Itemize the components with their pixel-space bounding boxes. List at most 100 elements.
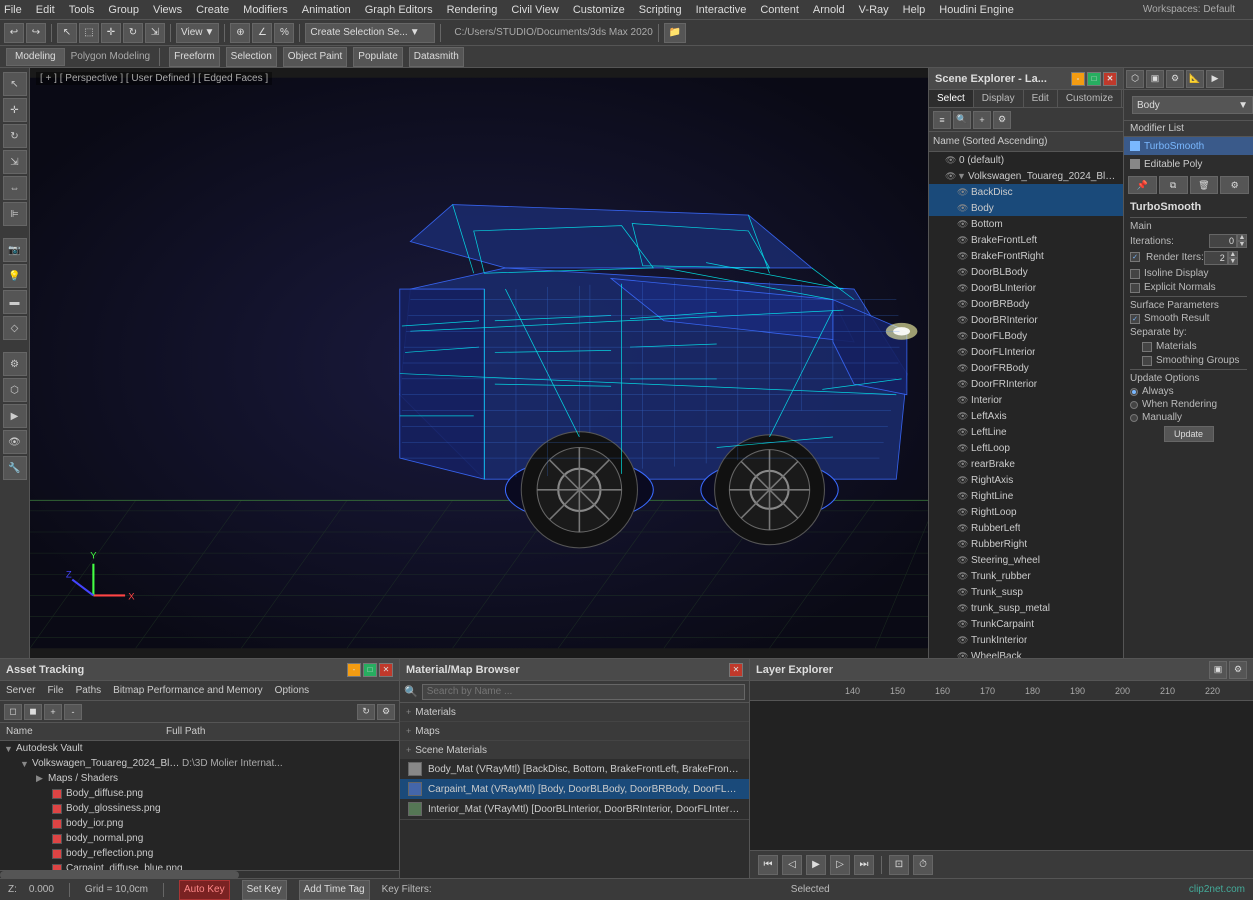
eye-icon[interactable]: 👁 xyxy=(957,507,971,518)
eye-icon[interactable]: 👁 xyxy=(957,251,971,262)
mod-pin-btn[interactable]: 📌 xyxy=(1128,176,1157,194)
scene-item-doorfrinterior[interactable]: 👁 DoorFRInterior xyxy=(929,376,1123,392)
menu-item-scripting[interactable]: Scripting xyxy=(639,4,682,16)
material-search-input[interactable] xyxy=(422,684,745,700)
menu-item-tools[interactable]: Tools xyxy=(69,4,95,16)
utilities-tool[interactable]: 🔧 xyxy=(3,456,27,480)
eye-icon[interactable]: 👁 xyxy=(957,491,971,502)
scene-item-backdisc[interactable]: 👁 BackDisc xyxy=(929,184,1123,200)
manual-radio[interactable]: Manually xyxy=(1130,412,1247,423)
scene-item-rightaxis[interactable]: 👁 RightAxis xyxy=(929,472,1123,488)
menu-item-animation[interactable]: Animation xyxy=(302,4,351,16)
eye-icon[interactable]: 👁 xyxy=(957,411,971,422)
asset-menu-paths[interactable]: Paths xyxy=(76,685,102,696)
menu-item-civil-view[interactable]: Civil View xyxy=(511,4,558,16)
next-frame-btn[interactable]: ▷ xyxy=(830,855,850,875)
scene-item-doorblbody[interactable]: 👁 DoorBLBody xyxy=(929,264,1123,280)
menu-item-file[interactable]: File xyxy=(4,4,22,16)
mod-icon2[interactable]: ▣ xyxy=(1146,70,1164,88)
mod-config-btn[interactable]: ⚙ xyxy=(1220,176,1249,194)
menu-item-rendering[interactable]: Rendering xyxy=(447,4,498,16)
mod-icon1[interactable]: ⬡ xyxy=(1126,70,1144,88)
asset-expand-btn[interactable]: + xyxy=(44,704,62,720)
autokey-btn[interactable]: Auto Key xyxy=(179,880,230,900)
asset-row-maps[interactable]: ▶ Maps / Shaders xyxy=(0,771,399,786)
scene-filter-btn[interactable]: ≡ xyxy=(933,111,951,129)
eye-icon[interactable]: 👁 xyxy=(957,427,971,438)
rotate-btn[interactable]: ↻ xyxy=(123,23,143,43)
modeling-tab[interactable]: Modeling xyxy=(6,48,65,66)
menu-item-create[interactable]: Create xyxy=(196,4,229,16)
mod-icon3[interactable]: ⚙ xyxy=(1166,70,1184,88)
scene-item-rubberright[interactable]: 👁 RubberRight xyxy=(929,536,1123,552)
iterations-down[interactable]: ▼ xyxy=(1237,241,1247,248)
scene-item-leftline[interactable]: 👁 LeftLine xyxy=(929,424,1123,440)
scene-item-rightline[interactable]: 👁 RightLine xyxy=(929,488,1123,504)
modifier-item-turbosmooth[interactable]: TurboSmooth xyxy=(1124,137,1253,155)
scene-item-trunk-susp-metal[interactable]: 👁 trunk_susp_metal xyxy=(929,600,1123,616)
eye-icon[interactable]: 👁 xyxy=(957,651,971,659)
eye-icon[interactable]: 👁 xyxy=(957,571,971,582)
setkey-btn[interactable]: Set Key xyxy=(242,880,287,900)
undo-btn[interactable]: ↩ xyxy=(4,23,24,43)
scene-item-brakefrontleft[interactable]: 👁 BrakeFrontLeft xyxy=(929,232,1123,248)
menu-item-houdini[interactable]: Houdini Engine xyxy=(939,4,1014,16)
tab-display[interactable]: Display xyxy=(974,90,1024,107)
asset-minimize-btn[interactable]: - xyxy=(347,663,361,677)
asset-row-vault[interactable]: ▼ Autodesk Vault xyxy=(0,741,399,756)
asset-menu-server[interactable]: Server xyxy=(6,685,35,696)
asset-scrollbar[interactable] xyxy=(0,870,399,878)
eye-icon[interactable]: 👁 xyxy=(957,603,971,614)
eye-icon[interactable]: 👁 xyxy=(945,171,957,182)
select-region-btn[interactable]: ⬚ xyxy=(79,23,99,43)
select-btn[interactable]: ↖ xyxy=(57,23,77,43)
scene-item-interior[interactable]: 👁 Interior xyxy=(929,392,1123,408)
asset-menu-options[interactable]: Options xyxy=(275,685,309,696)
open-scene-btn[interactable]: 📁 xyxy=(664,23,686,43)
scene-item-leftloop[interactable]: 👁 LeftLoop xyxy=(929,440,1123,456)
angle-snap-btn[interactable]: ∠ xyxy=(252,23,272,43)
modifier-item-editablepoly[interactable]: Editable Poly xyxy=(1124,155,1253,173)
update-btn[interactable]: Update xyxy=(1164,426,1214,442)
renderiter-down[interactable]: ▼ xyxy=(1228,258,1238,265)
mod-delete-btn[interactable]: 🗑 xyxy=(1190,176,1219,194)
material-close-btn[interactable]: ✕ xyxy=(729,663,743,677)
shape-tool[interactable]: ◇ xyxy=(3,316,27,340)
eye-icon[interactable]: 👁 xyxy=(957,315,971,326)
menu-item-interactive[interactable]: Interactive xyxy=(696,4,747,16)
scene-item-trunk-susp[interactable]: 👁 Trunk_susp xyxy=(929,584,1123,600)
align-tool[interactable]: ⊫ xyxy=(3,202,27,226)
scene-close-btn[interactable]: ✕ xyxy=(1103,72,1117,86)
renderiter-up[interactable]: ▲ xyxy=(1228,251,1238,258)
menu-item-arnold[interactable]: Arnold xyxy=(813,4,845,16)
asset-row-body-diffuse[interactable]: Body_diffuse.png xyxy=(0,786,399,801)
move-tool[interactable]: ✛ xyxy=(3,98,27,122)
eye-icon[interactable]: 👁 xyxy=(957,523,971,534)
selection-tab[interactable]: Selection xyxy=(226,47,277,67)
menu-item-graph-editors[interactable]: Graph Editors xyxy=(365,4,433,16)
scene-search-btn[interactable]: 🔍 xyxy=(953,111,971,129)
materials-section-header[interactable]: + Materials xyxy=(400,703,749,721)
isoline-row[interactable]: Isoline Display xyxy=(1130,268,1247,279)
explicit-checkbox[interactable] xyxy=(1130,283,1140,293)
scene-item-trunk-rubber[interactable]: 👁 Trunk_rubber xyxy=(929,568,1123,584)
scene-list[interactable]: 👁 0 (default) 👁 ▼ Volkswagen_Touareg_202… xyxy=(929,152,1123,658)
scene-add-btn[interactable]: + xyxy=(973,111,991,129)
scene-item-doorflinterior[interactable]: 👁 DoorFLInterior xyxy=(929,344,1123,360)
snap-btn[interactable]: ⊕ xyxy=(230,23,250,43)
asset-refresh-btn[interactable]: ↻ xyxy=(357,704,375,720)
move-btn[interactable]: ✛ xyxy=(101,23,121,43)
selection-set-dropdown[interactable]: Create Selection Se...▼ xyxy=(305,23,435,43)
redo-btn[interactable]: ↪ xyxy=(26,23,46,43)
eye-icon[interactable]: 👁 xyxy=(957,619,971,630)
viewport[interactable]: [ + ] [ Perspective ] [ User Defined ] [… xyxy=(30,68,928,658)
renderiter-input[interactable] xyxy=(1204,251,1228,265)
camera-tool[interactable]: 📷 xyxy=(3,238,27,262)
render-radio-dot[interactable] xyxy=(1130,401,1138,409)
explicit-row[interactable]: Explicit Normals xyxy=(1130,282,1247,293)
menu-item-group[interactable]: Group xyxy=(108,4,139,16)
scene-item-doorfrbody[interactable]: 👁 DoorFRBody xyxy=(929,360,1123,376)
layer-btn1[interactable]: ▣ xyxy=(1209,661,1227,679)
scene-item-brakefrontright[interactable]: 👁 BrakeFrontRight xyxy=(929,248,1123,264)
asset-menu-file[interactable]: File xyxy=(47,685,63,696)
